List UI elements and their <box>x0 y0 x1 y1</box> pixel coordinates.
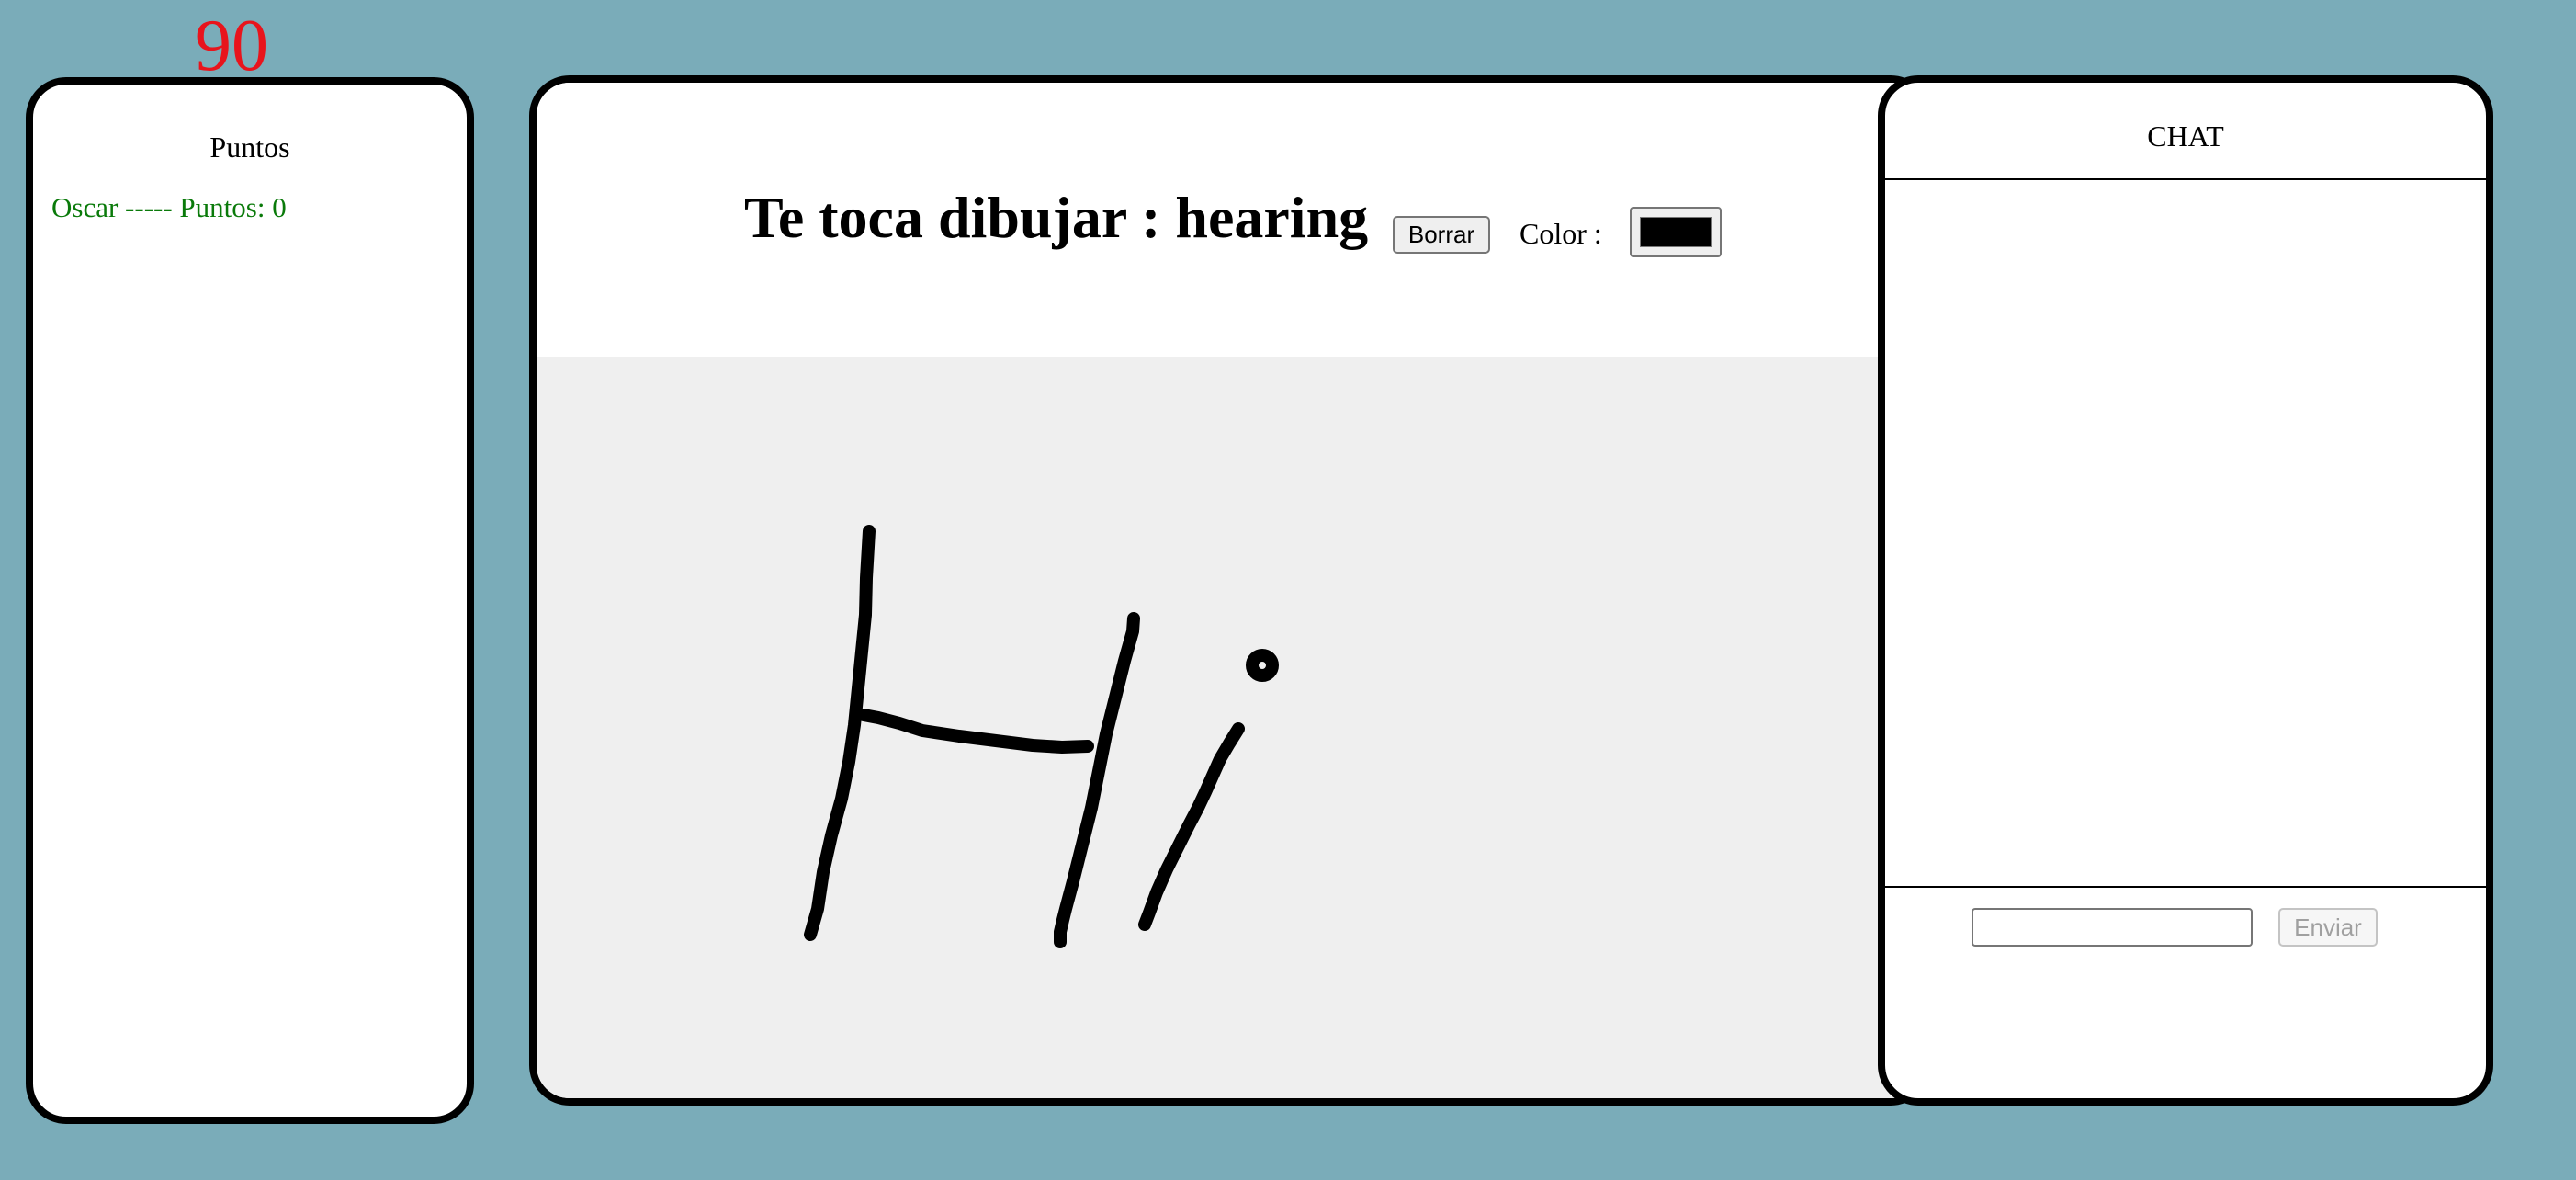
player-score-row: Oscar ----- Puntos: 0 <box>51 191 287 223</box>
drawn-stroke <box>804 525 876 941</box>
drawing-board-panel: Te toca dibujar : hearing Borrar Color : <box>529 75 1931 1106</box>
clear-button[interactable]: Borrar <box>1393 216 1490 254</box>
chat-messages[interactable] <box>1885 178 2486 888</box>
drawn-stroke <box>857 709 1094 754</box>
scoreboard-panel: Puntos Oscar ----- Puntos: 0 <box>26 77 474 1124</box>
drawing-canvas[interactable] <box>537 357 1924 1098</box>
chat-input[interactable] <box>1972 908 2253 947</box>
turn-heading: Te toca dibujar : hearing <box>744 185 1369 250</box>
board-header: Te toca dibujar : hearing Borrar Color : <box>537 83 1924 357</box>
scoreboard-title: Puntos <box>209 130 290 164</box>
color-label: Color : <box>1520 217 1602 250</box>
color-swatch <box>1640 217 1712 247</box>
drawn-stroke <box>1138 722 1245 931</box>
send-button[interactable]: Enviar <box>2278 908 2378 947</box>
color-picker[interactable] <box>1630 207 1722 257</box>
drawn-stroke <box>1054 612 1140 948</box>
chat-panel: CHAT Enviar <box>1878 75 2493 1106</box>
countdown-timer: 90 <box>195 6 268 86</box>
drawn-dot <box>1246 649 1279 682</box>
canvas-drawing <box>804 525 1279 948</box>
chat-title: CHAT <box>2147 119 2224 153</box>
